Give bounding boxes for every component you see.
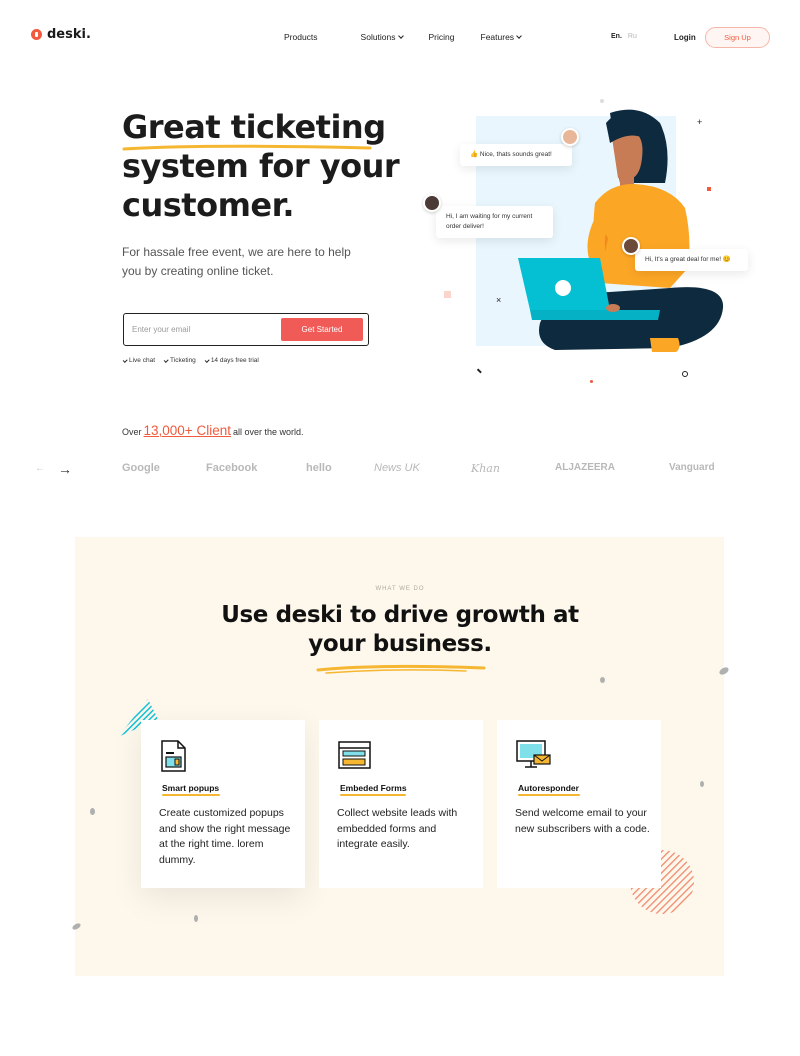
client-logo-aljazeera: ALJAZEERA (555, 462, 616, 473)
card-label: Embeded Forms (340, 783, 407, 793)
card-body: Send welcome email to your new subscribe… (515, 807, 650, 835)
brand-name: deski. (47, 27, 91, 42)
client-logo-newsuk: News UK (374, 462, 420, 474)
client-logo-khan: Khan (471, 462, 500, 475)
chevron-down-icon (397, 33, 404, 39)
avatar (561, 128, 579, 146)
nav-item-solutions[interactable]: Solutions (360, 32, 404, 42)
thumbs-up-icon: 👍 (470, 151, 479, 158)
avatar (423, 194, 441, 212)
feature-item: 14 days free trial (204, 357, 259, 364)
sparkle-x: × (496, 295, 502, 305)
hero-subtitle: For hassale free event, we are here to h… (122, 245, 351, 278)
feature-label: Ticketing (170, 357, 196, 364)
hero-illustration: 👍 Nice, thats sounds great! Hi, I am wai… (420, 98, 760, 388)
nav-label: Features (480, 32, 515, 42)
section-eyebrow: WHAT WE DO (375, 586, 425, 592)
client-count-text: Over 13,000+ Client all over the world. (122, 423, 304, 438)
client-logo-hello: hello (306, 462, 332, 474)
email-input[interactable] (132, 320, 277, 339)
hero-title-line: Great ticketing (122, 108, 386, 146)
pebble-decoration (700, 781, 704, 787)
nav-label: Products (284, 32, 318, 42)
feature-card-embeded-forms[interactable]: Embeded Forms Collect website leads with… (319, 720, 483, 888)
top-nav: deski. Products Solutions Pricing Featur… (0, 0, 800, 75)
feature-label: 14 days free trial (210, 357, 259, 364)
hero-title: Great ticketing system for your customer… (122, 108, 412, 225)
client-count: 13,000+ Client (143, 423, 231, 438)
nav-item-products[interactable]: Products (284, 32, 318, 42)
pebble-decoration (194, 915, 198, 922)
browser-form-icon (338, 741, 371, 769)
client-logo-facebook: Facebook (206, 462, 258, 474)
sparkle-plus: + (697, 117, 703, 127)
brand-logo[interactable]: deski. (31, 27, 91, 42)
woman-with-laptop-illustration (476, 109, 724, 352)
sparkle-circle (682, 371, 688, 377)
carousel-next-icon[interactable]: → (58, 461, 72, 477)
card-label: Smart popups (162, 783, 220, 793)
feature-list: Live chat Ticketing 14 days free trial (122, 357, 259, 364)
card-label-underline (340, 794, 406, 796)
login-link[interactable]: Login (674, 33, 696, 42)
check-icon (163, 357, 169, 363)
section-title-underline (316, 664, 486, 674)
pebble-decoration (600, 677, 605, 683)
chat-bubble: 👍 Nice, thats sounds great! (460, 144, 572, 166)
sparkle-dot (600, 99, 604, 103)
feature-card-autoresponder[interactable]: Autoresponder Send welcome email to your… (497, 720, 661, 888)
hero-title-line: customer. (122, 186, 295, 224)
pebble-decoration (90, 808, 95, 815)
client-suffix: all over the world. (232, 427, 304, 437)
feature-card-smart-popups[interactable]: Smart popups Create customized popups an… (141, 720, 305, 888)
nav-label: Solutions (360, 32, 396, 42)
language-switcher: En. Ru (611, 33, 637, 40)
section-title: Use deski to drive growth at your busine… (0, 601, 800, 659)
feature-label: Live chat (129, 357, 156, 364)
chat-bubble: Hi, It's a great deal for me! 😊 (635, 249, 748, 271)
carousel-prev-icon[interactable]: ← (35, 463, 45, 474)
card-body: Collect website leads with embedded form… (337, 807, 458, 850)
lang-en[interactable]: En. (611, 33, 622, 40)
chat-bubble-text: Hi, I am waiting for my current order de… (446, 213, 533, 230)
client-logo-google: Google (122, 462, 160, 474)
section-title-line: your business. (308, 631, 492, 657)
sparkle-square (444, 291, 451, 298)
monitor-mail-icon (516, 740, 551, 768)
card-label-underline (162, 794, 220, 796)
get-started-button[interactable]: Get Started (281, 318, 363, 341)
client-logos: Google Facebook hello News UK Khan ALJAZ… (122, 462, 722, 482)
check-icon (204, 357, 210, 363)
nav-item-pricing[interactable]: Pricing (429, 32, 455, 42)
card-label: Autoresponder (518, 783, 579, 793)
hero-title-line: system for your (122, 147, 400, 185)
main-menu: Products Solutions Pricing Features (284, 32, 522, 42)
lang-ru[interactable]: Ru (628, 33, 637, 40)
sparkle-dot (590, 380, 593, 383)
check-icon (122, 357, 128, 363)
feature-item: Live chat (122, 357, 156, 364)
card-body: Create customized popups and show the ri… (159, 807, 291, 866)
sparkle-square (707, 187, 711, 191)
chevron-down-icon (516, 33, 522, 39)
chat-bubble-text: Nice, thats sounds great! (479, 151, 552, 158)
logo-mark-icon (31, 29, 42, 40)
nav-label: Pricing (428, 32, 455, 42)
signup-button[interactable]: Sign Up (705, 27, 770, 48)
email-signup-form: Get Started (123, 313, 369, 346)
card-label-underline (518, 794, 580, 796)
avatar (622, 237, 640, 255)
feature-item: Ticketing (163, 357, 196, 364)
client-prefix: Over (122, 427, 142, 437)
section-title-line: Use deski to drive growth at (221, 602, 579, 628)
chat-bubble-text: Hi, It's a great deal for me! 😊 (645, 256, 731, 263)
nav-item-features[interactable]: Features (481, 32, 522, 42)
document-icon (161, 740, 186, 772)
chat-bubble: Hi, I am waiting for my current order de… (436, 206, 553, 238)
client-logo-vanguard: Vanguard (669, 462, 715, 473)
